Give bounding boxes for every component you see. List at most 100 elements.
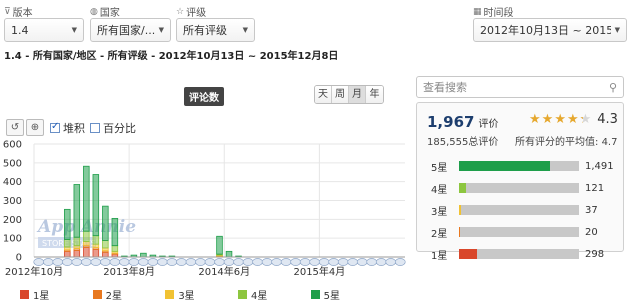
- granularity-year-button[interactable]: 年: [366, 86, 383, 103]
- chevron-down-icon: ▼: [71, 26, 77, 34]
- event-marker[interactable]: [233, 258, 244, 266]
- event-marker[interactable]: [80, 258, 92, 266]
- y-tick-label: 400: [3, 177, 22, 188]
- event-marker[interactable]: [90, 258, 102, 266]
- event-marker[interactable]: [157, 258, 168, 266]
- event-marker[interactable]: [138, 258, 149, 266]
- bar-segment-5星: [216, 235, 223, 255]
- legend-swatch: [165, 290, 175, 299]
- event-marker[interactable]: [271, 258, 282, 266]
- legend-swatch: [310, 290, 320, 299]
- legend-item-3star[interactable]: 3星: [165, 287, 195, 302]
- event-marker[interactable]: [33, 258, 45, 266]
- event-marker[interactable]: [223, 258, 235, 266]
- all-ratings-average: 所有评分的平均值: 4.7: [515, 137, 618, 148]
- chevron-down-icon: ▼: [614, 26, 620, 34]
- reset-zoom-button[interactable]: ↺: [6, 119, 24, 136]
- breakdown-row-4star: 4星 121: [431, 182, 605, 196]
- star-icon: ★: [541, 112, 554, 127]
- bar-segment-4星: [111, 245, 119, 252]
- bar-segment-3星: [92, 243, 100, 248]
- star-partial-icon: ★★: [579, 112, 592, 127]
- event-marker[interactable]: [176, 258, 187, 266]
- breakdown-bar: [459, 183, 579, 193]
- y-tick-label: 0: [16, 253, 22, 264]
- event-marker[interactable]: [299, 258, 311, 266]
- event-marker[interactable]: [309, 258, 320, 266]
- event-marker[interactable]: [52, 258, 64, 266]
- event-marker[interactable]: [252, 258, 263, 266]
- granularity-day-button[interactable]: 天: [315, 86, 332, 103]
- stacked-toggle[interactable]: 堆积: [50, 120, 85, 136]
- event-marker[interactable]: [61, 258, 73, 266]
- event-marker[interactable]: [147, 258, 159, 266]
- bar-segment-5星: [140, 252, 147, 258]
- event-marker[interactable]: [328, 258, 340, 266]
- x-tick-label: 2012年10月: [5, 265, 63, 278]
- event-marker[interactable]: [261, 258, 273, 266]
- legend-swatch: [20, 290, 29, 299]
- event-marker[interactable]: [42, 258, 54, 266]
- event-marker[interactable]: [99, 258, 111, 266]
- legend-item-2star[interactable]: 2星: [92, 287, 122, 302]
- event-marker[interactable]: [166, 258, 178, 266]
- y-tick-label: 500: [3, 158, 22, 169]
- filter-icon: ⊽: [4, 6, 11, 17]
- y-tick-label: 600: [3, 140, 22, 151]
- event-marker[interactable]: [204, 258, 216, 266]
- bar-segment-5星: [64, 208, 71, 240]
- event-marker[interactable]: [195, 258, 206, 266]
- breakdown-bar: [459, 161, 579, 171]
- search-icon: ⚲: [608, 80, 617, 94]
- calendar-icon: ▦: [473, 6, 482, 17]
- event-marker[interactable]: [356, 258, 368, 266]
- event-marker[interactable]: [119, 258, 130, 266]
- event-marker[interactable]: [337, 258, 349, 266]
- zoom-button[interactable]: ⊕: [26, 119, 44, 136]
- bar-segment-5星: [102, 205, 109, 241]
- legend-item-1star[interactable]: 1星: [20, 287, 49, 302]
- reviews-chart: App Annie STORE STATS 010020030040050060…: [3, 140, 406, 278]
- tab-review-count[interactable]: 评论数: [184, 87, 224, 106]
- event-marker[interactable]: [71, 258, 83, 266]
- stacked-checkbox[interactable]: [50, 121, 60, 133]
- rating-select[interactable]: 所有评级 ▼: [176, 18, 255, 42]
- event-marker[interactable]: [347, 258, 359, 266]
- bar-segment-1星: [64, 250, 71, 258]
- event-marker[interactable]: [128, 258, 140, 266]
- event-marker[interactable]: [109, 258, 121, 266]
- bar-segment-5星: [111, 217, 119, 247]
- review-search-input[interactable]: 查看搜索 ⚲: [416, 76, 624, 98]
- event-marker[interactable]: [185, 258, 197, 266]
- breadcrumb: 1.4 - 所有国家/地区 - 所有评级 - 2012年10月13日 ~ 201…: [4, 51, 339, 62]
- event-marker[interactable]: [366, 258, 378, 266]
- bar-segment-1星: [83, 247, 90, 258]
- bar-segment-1星: [102, 251, 109, 258]
- event-marker[interactable]: [375, 258, 387, 266]
- event-marker[interactable]: [394, 258, 406, 266]
- star-icon: ★: [554, 112, 566, 127]
- country-select[interactable]: 所有国家/... ▼: [90, 18, 171, 42]
- bar-segment-5星: [83, 165, 90, 232]
- bar-segment-1星: [73, 250, 81, 258]
- event-marker[interactable]: [242, 258, 254, 266]
- legend-item-4star[interactable]: 4星: [237, 287, 267, 302]
- bar-segment-5星: [73, 184, 81, 238]
- breakdown-bar: [459, 249, 579, 259]
- percent-toggle[interactable]: 百分比: [90, 120, 136, 136]
- granularity-week-button[interactable]: 周: [332, 86, 349, 103]
- period-select[interactable]: 2012年10月13日 ~ 2015... ▼: [473, 18, 627, 42]
- rating-breakdown: 5星 1,491 4星 121 3星 37 2星 20 1星 298: [431, 155, 614, 265]
- event-marker[interactable]: [290, 258, 301, 266]
- event-marker[interactable]: [385, 258, 397, 266]
- event-marker[interactable]: [214, 258, 225, 266]
- bar-segment-3星: [73, 245, 81, 249]
- legend-item-5star[interactable]: 5星: [310, 287, 340, 302]
- event-marker[interactable]: [280, 258, 292, 266]
- granularity-month-button[interactable]: 月: [349, 86, 366, 103]
- percent-checkbox[interactable]: [90, 123, 100, 133]
- version-select[interactable]: 1.4 ▼: [4, 18, 84, 42]
- y-tick-label: 100: [3, 234, 22, 245]
- rating-filter-label: ☆ 评级: [176, 6, 207, 20]
- event-marker[interactable]: [318, 258, 330, 266]
